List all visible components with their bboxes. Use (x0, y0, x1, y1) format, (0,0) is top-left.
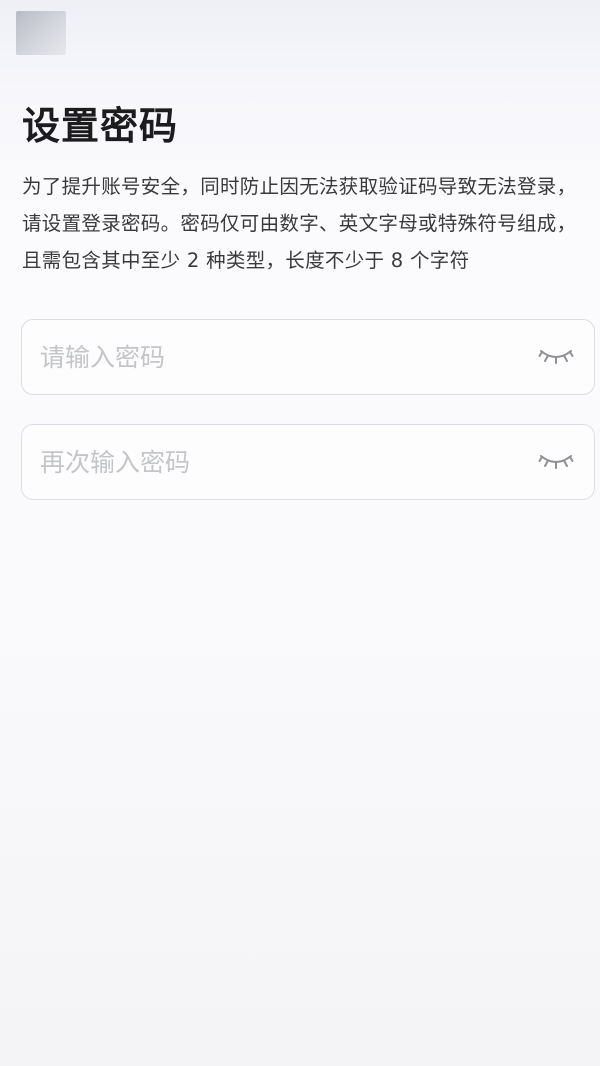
password-input[interactable] (40, 320, 520, 394)
eye-closed-icon[interactable] (538, 346, 574, 368)
password-rules-description: 为了提升账号安全，同时防止因无法获取验证码导致无法登录，请设置登录密码。密码仅可… (22, 175, 577, 272)
page-title: 设置密码 (22, 104, 179, 148)
password-field (21, 319, 595, 395)
back-button[interactable] (16, 11, 66, 55)
confirm-password-input[interactable] (40, 425, 520, 499)
eye-closed-icon[interactable] (538, 451, 574, 473)
confirm-password-field (21, 424, 595, 500)
